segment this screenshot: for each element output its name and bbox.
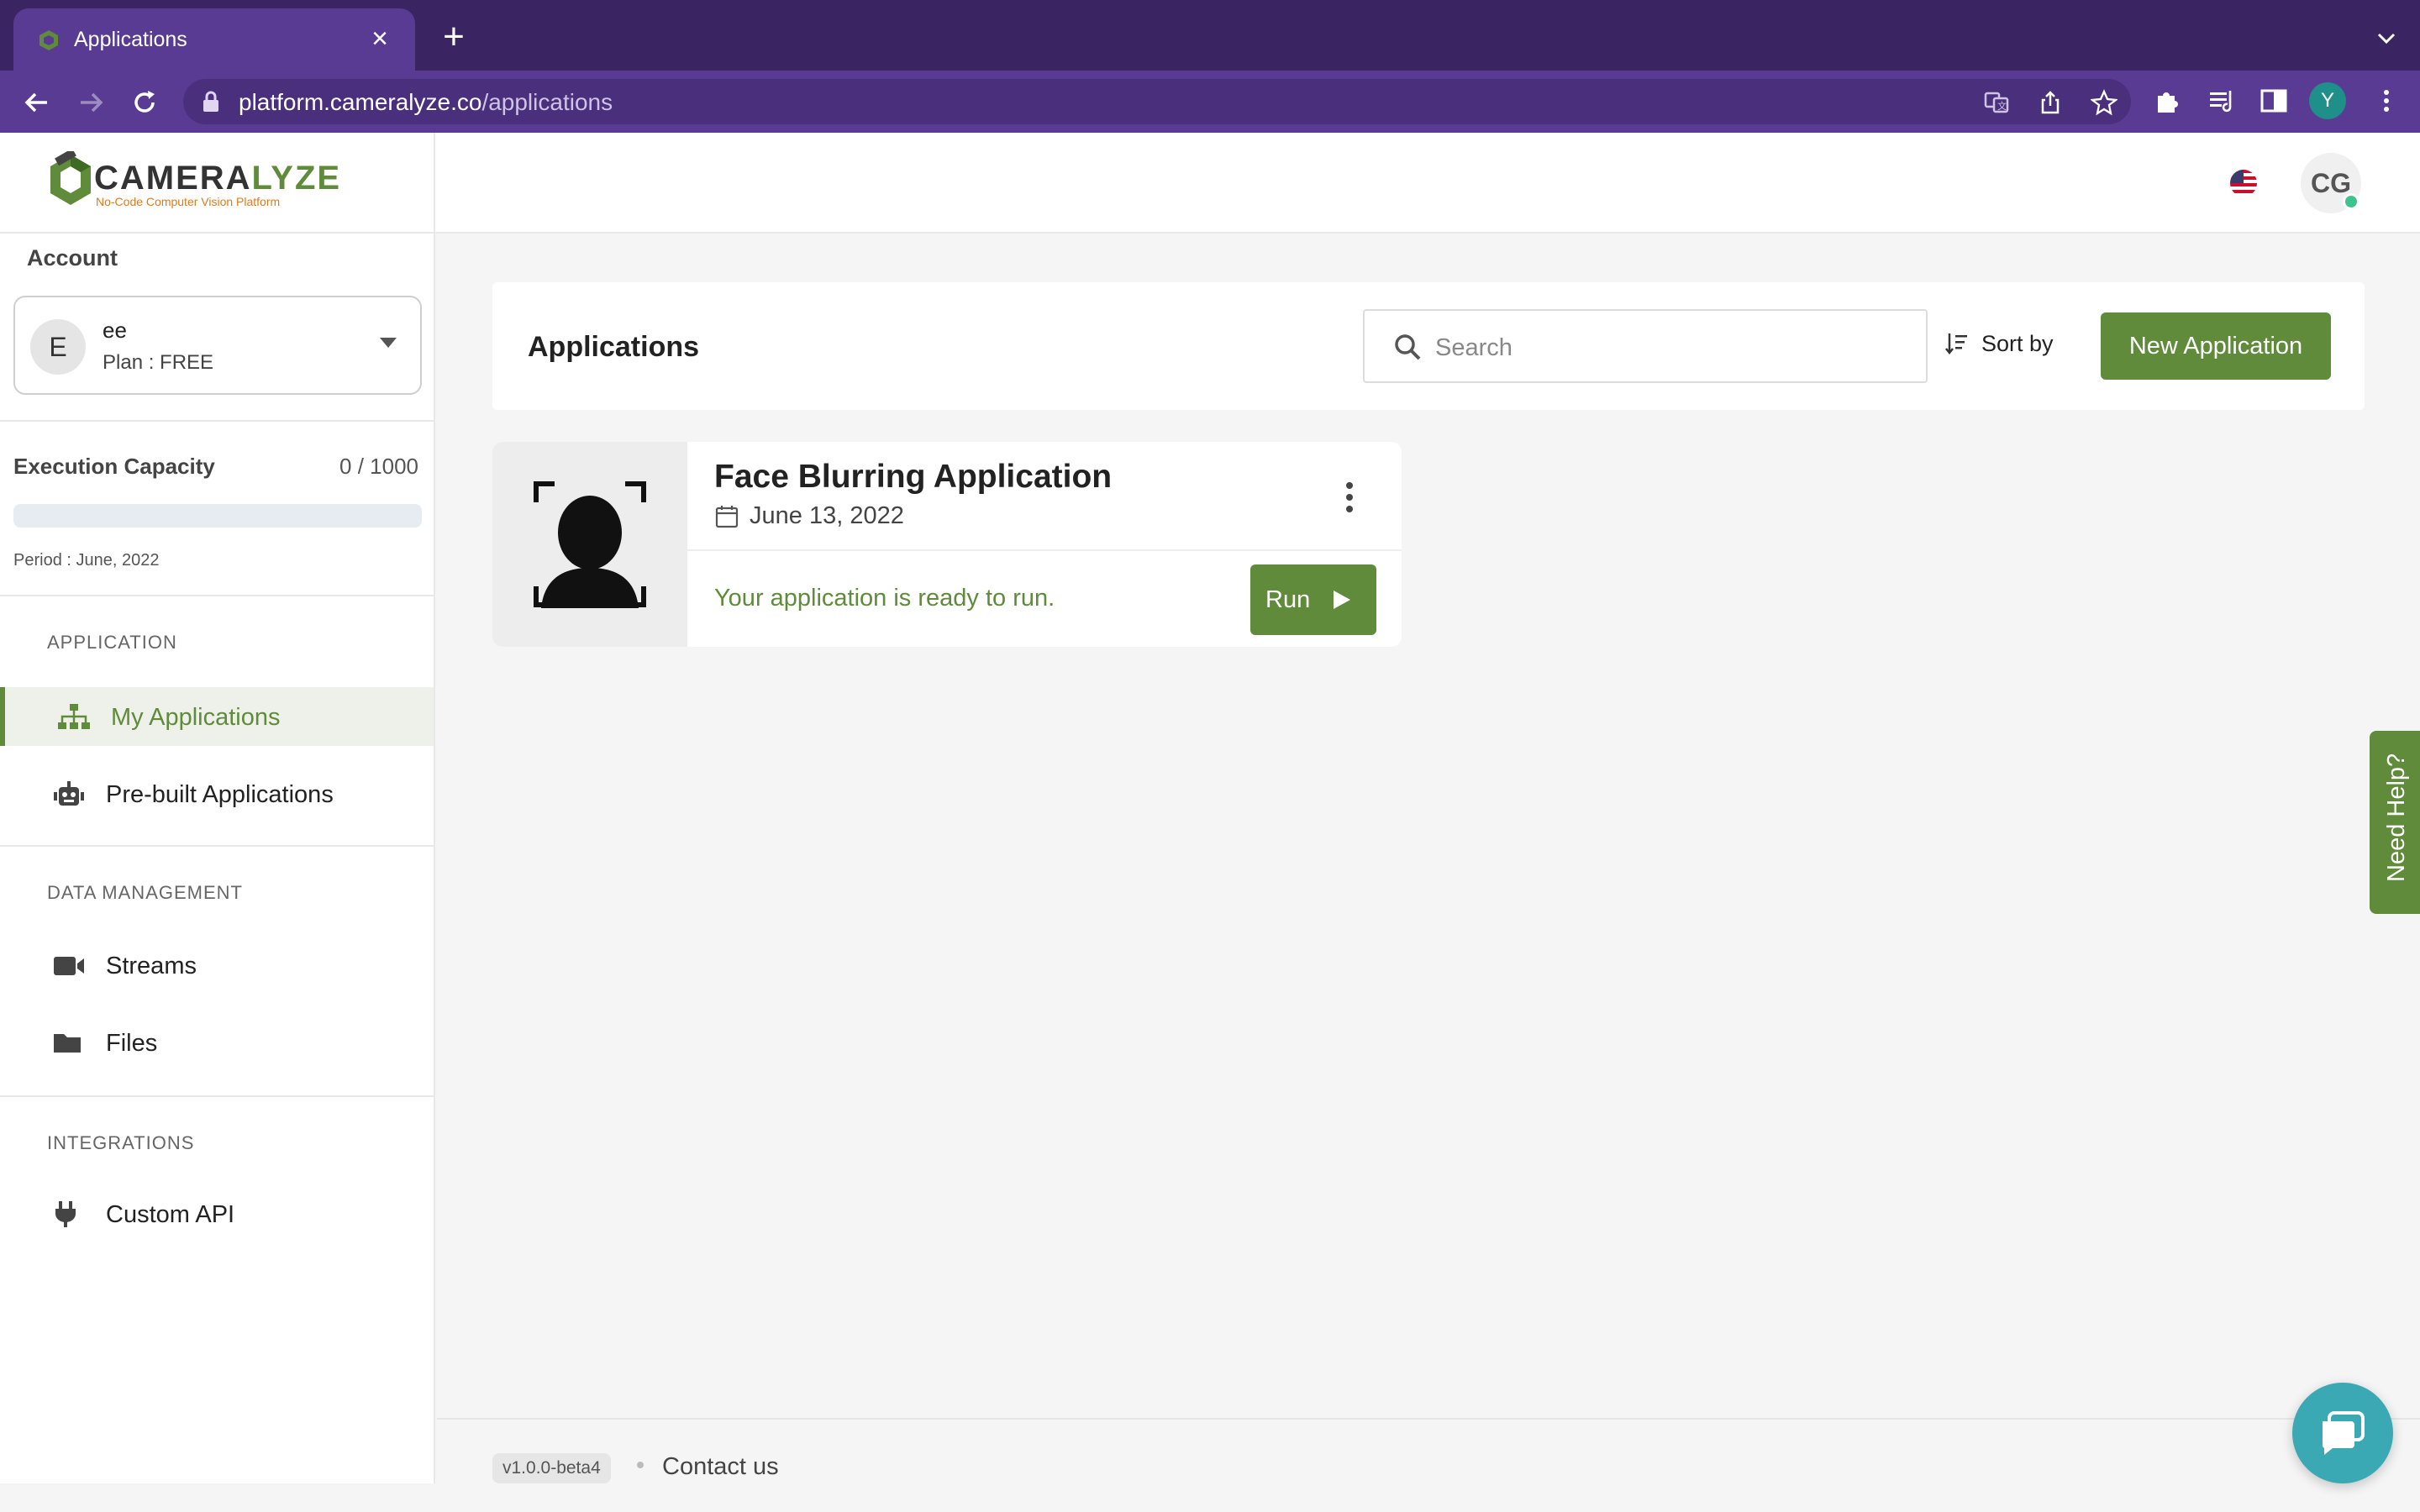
new-tab-icon[interactable]: + (437, 18, 471, 55)
sitemap-icon (58, 704, 90, 729)
url-text: platform.cameralyze.co/applications (239, 89, 613, 116)
section-label-integrations: INTEGRATIONS (47, 1132, 195, 1153)
logo-main-text: CAMERA (94, 160, 252, 197)
face-detection-icon (534, 481, 646, 608)
tab-search-chevron-icon[interactable] (2371, 24, 2402, 54)
sidebar-item-streams[interactable]: Streams (0, 936, 434, 995)
bookmark-star-icon[interactable] (2091, 89, 2118, 116)
close-tab-icon[interactable]: × (363, 22, 397, 55)
sort-icon (1945, 333, 1967, 355)
sidebar-item-label: Streams (106, 953, 197, 979)
separator-dot (637, 1462, 644, 1468)
account-label: Account (27, 245, 118, 270)
application-date: June 13, 2022 (750, 502, 904, 529)
logo-wordmark: CAMERALYZE (94, 160, 341, 197)
logo-area[interactable]: CAMERALYZE No-Code Computer Vision Platf… (0, 133, 435, 234)
sidebar-item-prebuilt-applications[interactable]: Pre-built Applications (0, 764, 434, 823)
account-plan: Plan : FREE (103, 351, 214, 374)
sidebar-item-label: Custom API (106, 1201, 235, 1228)
address-bar[interactable]: platform.cameralyze.co/applications 文 (183, 79, 2131, 124)
cameralyze-logo-icon (50, 151, 91, 205)
divider (0, 1095, 435, 1097)
tab-bar: Applications × + (0, 0, 2420, 71)
url-host: platform.cameralyze.co (239, 89, 482, 115)
caret-down-icon (380, 338, 397, 348)
execution-capacity-value: 0 / 1000 (339, 454, 418, 479)
application-card[interactable]: Face Blurring Application June 13, 2022 … (492, 442, 1402, 647)
browser-menu-icon[interactable] (2371, 86, 2402, 116)
account-avatar: E (30, 319, 86, 375)
browser-toolbar: platform.cameralyze.co/applications 文 Y (0, 71, 2420, 133)
browser-profile-avatar[interactable]: Y (2309, 82, 2346, 119)
section-label-data-management: DATA MANAGEMENT (47, 882, 243, 903)
browser-chrome: Applications × + platform.cameralyze.co/… (0, 0, 2420, 133)
browser-tab[interactable]: Applications × (13, 8, 415, 71)
forward-arrow-icon[interactable] (72, 84, 109, 121)
lock-icon[interactable] (202, 91, 220, 113)
sort-by-label: Sort by (1981, 331, 2054, 356)
online-status-dot (2343, 193, 2360, 210)
media-queue-icon[interactable] (2207, 86, 2237, 116)
run-button[interactable]: Run (1250, 564, 1376, 635)
translate-icon[interactable]: 文 (1983, 89, 2010, 116)
account-name: ee (103, 318, 127, 343)
sidebar-bottom-strip (0, 1483, 435, 1512)
footer: v1.0.0-beta4 Contact us (437, 1418, 2420, 1512)
calendar-icon (715, 506, 739, 528)
application-thumbnail (492, 442, 687, 647)
contact-us-link[interactable]: Contact us (662, 1453, 779, 1481)
page-title: Applications (528, 331, 700, 363)
kebab-menu-icon[interactable] (1341, 479, 1358, 516)
capacity-period: Period : June, 2022 (13, 551, 160, 570)
applications-header-panel: Applications Sort by New Application (492, 282, 2365, 410)
run-label: Run (1265, 586, 1311, 613)
sidebar-item-label: Pre-built Applications (106, 781, 334, 808)
side-panel-icon[interactable] (2259, 86, 2289, 116)
sidebar-item-label: Files (106, 1030, 158, 1057)
share-icon[interactable] (2037, 89, 2064, 116)
need-help-label: Need Help? (2383, 753, 2410, 882)
search-icon (1395, 334, 1421, 360)
version-badge: v1.0.0-beta4 (492, 1453, 611, 1483)
capacity-progress-bar (13, 504, 422, 528)
robot-icon (54, 781, 84, 806)
application-status: Your application is ready to run. (714, 585, 1055, 612)
svg-text:文: 文 (1997, 100, 2007, 112)
new-application-button[interactable]: New Application (2101, 312, 2331, 380)
sidebar-item-my-applications[interactable]: My Applications (0, 687, 434, 746)
folder-icon (54, 1034, 81, 1053)
reload-icon[interactable] (126, 84, 163, 121)
url-path: /applications (481, 89, 613, 115)
divider (0, 845, 435, 847)
chat-launcher-button[interactable] (2292, 1383, 2393, 1483)
sidebar-item-files[interactable]: Files (0, 1013, 434, 1072)
execution-capacity-label: Execution Capacity (13, 454, 215, 479)
app-header: CAMERALYZE No-Code Computer Vision Platf… (0, 133, 2420, 234)
divider (0, 595, 435, 596)
account-selector[interactable]: E ee Plan : FREE (13, 296, 422, 395)
sidebar-item-label: My Applications (111, 704, 281, 731)
plug-icon (55, 1201, 76, 1227)
video-camera-icon (54, 957, 84, 975)
favicon-icon (39, 30, 58, 50)
need-help-tab[interactable]: Need Help? (2370, 731, 2420, 914)
card-divider (687, 549, 1402, 551)
section-label-application: APPLICATION (47, 632, 177, 653)
application-name[interactable]: Face Blurring Application (714, 459, 1112, 496)
search-box[interactable] (1363, 309, 1928, 383)
tab-title: Applications (74, 28, 187, 51)
divider (0, 420, 435, 422)
chat-icon (2322, 1411, 2365, 1455)
sidebar-item-custom-api[interactable]: Custom API (0, 1184, 434, 1243)
search-input[interactable] (1435, 331, 1906, 365)
logo-accent-text: LYZE (251, 160, 342, 197)
sidebar: Account E ee Plan : FREE Execution Capac… (0, 234, 435, 1512)
us-flag-icon[interactable] (2230, 170, 2257, 197)
play-icon (1334, 591, 1350, 609)
logo-tagline: No-Code Computer Vision Platform (96, 195, 281, 208)
extensions-puzzle-icon[interactable] (2153, 86, 2183, 116)
back-arrow-icon[interactable] (18, 84, 55, 121)
